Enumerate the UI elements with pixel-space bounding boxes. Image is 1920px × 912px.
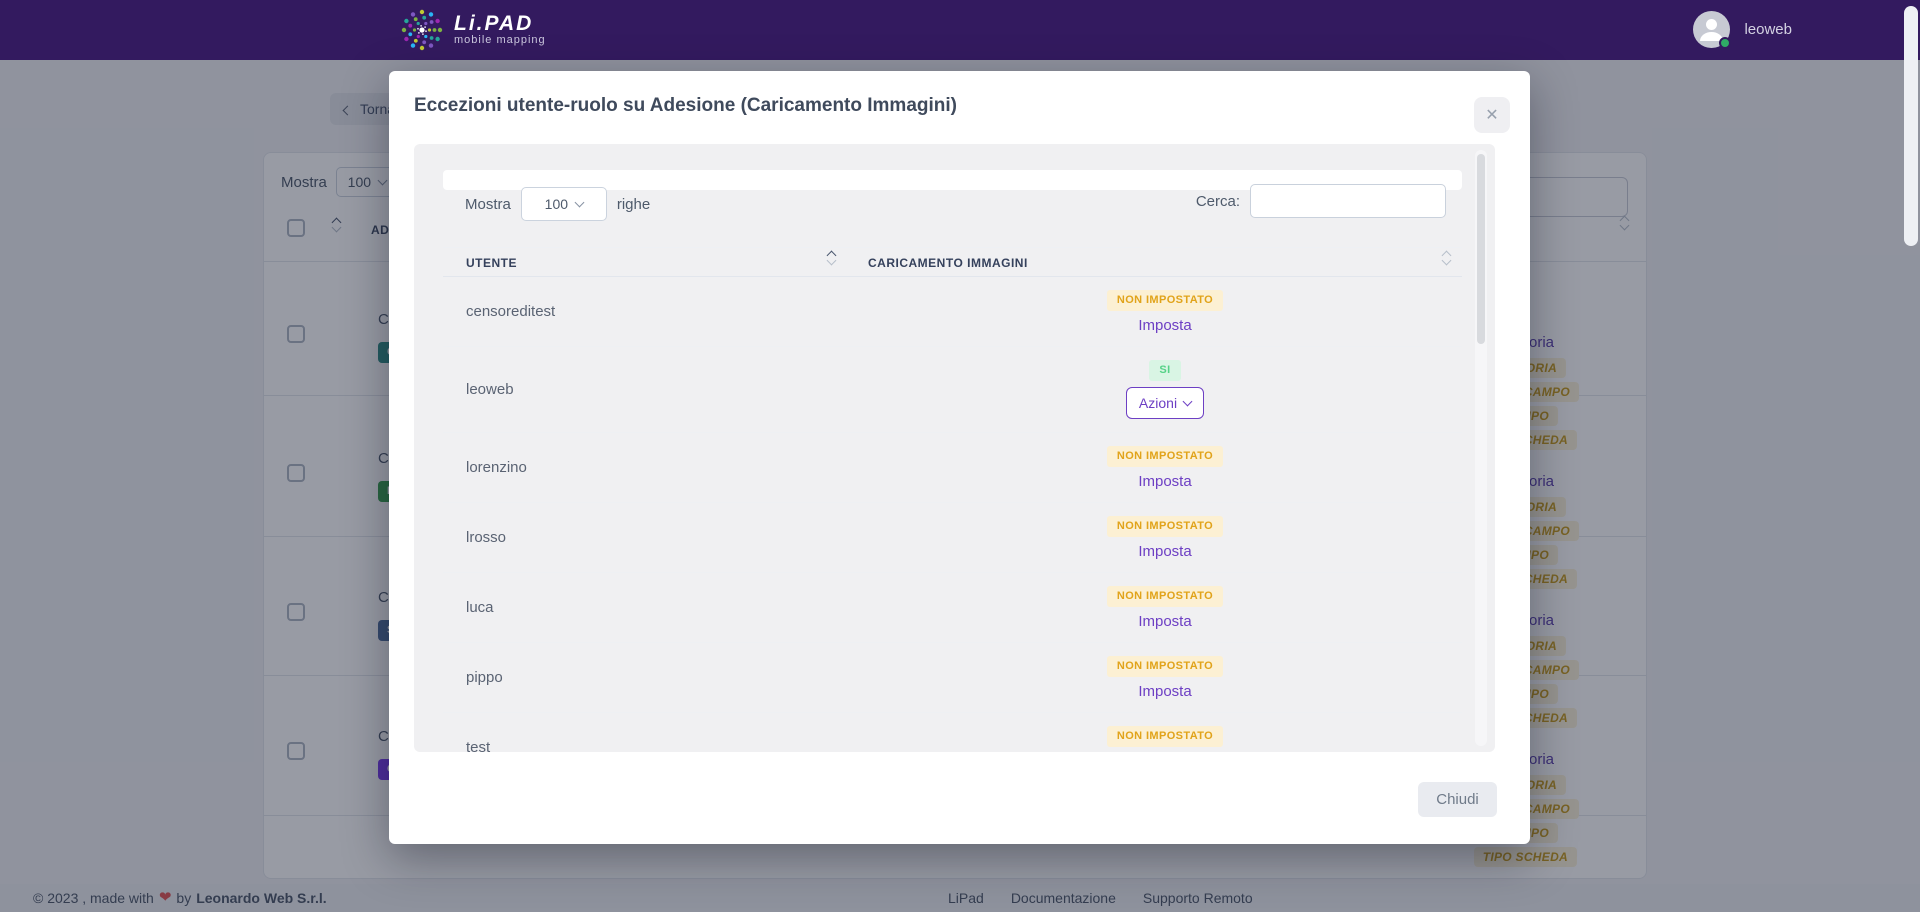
user-row: lrosso NON IMPOSTATO Imposta [443, 503, 1462, 573]
azioni-button[interactable]: Azioni [1126, 387, 1204, 419]
status-cell: NON IMPOSTATO Imposta [868, 573, 1462, 642]
app-root: Li.PAD mobile mapping leoweb Torna Mostr… [0, 0, 1920, 912]
modal-table-panel: Mostra 100 righe Cerca: UTENTE CARICAMEN… [414, 144, 1495, 752]
modal-title: Eccezioni utente-ruolo su Adesione (Cari… [414, 95, 957, 117]
rows-per-page-select[interactable]: 100 [521, 187, 607, 221]
user-row: luca NON IMPOSTATO Imposta [443, 573, 1462, 643]
user-row: censoreditest NON IMPOSTATO Imposta [443, 277, 1462, 347]
imposta-link[interactable]: Imposta [1138, 473, 1191, 490]
status-badge: SI [1149, 360, 1180, 381]
page-scrollbar-thumb[interactable] [1904, 6, 1918, 246]
logo-icon [400, 8, 444, 52]
status-cell: NON IMPOSTATO Imposta [868, 503, 1462, 572]
user-row: leoweb SI Azioni [443, 347, 1462, 433]
avatar [1693, 11, 1730, 48]
imposta-link[interactable]: Imposta [1138, 613, 1191, 630]
search-label: Cerca: [1196, 193, 1240, 210]
close-icon[interactable]: ✕ [1474, 97, 1510, 133]
rows-suffix-label: righe [617, 196, 650, 213]
status-cell: NON IMPOSTATOImposta [868, 713, 1462, 752]
status-badge: NON IMPOSTATO [1107, 726, 1223, 747]
status-badge: NON IMPOSTATO [1107, 290, 1223, 311]
username: leoweb [1744, 21, 1792, 38]
chevron-down-icon [575, 198, 585, 208]
chevron-down-icon [1183, 397, 1193, 407]
imposta-link[interactable]: Imposta [1138, 683, 1191, 700]
user-row: pippo NON IMPOSTATO Imposta [443, 643, 1462, 713]
status-cell: NON IMPOSTATO Imposta [868, 433, 1462, 502]
sort-icons[interactable] [1443, 252, 1450, 264]
status-badge: NON IMPOSTATO [1107, 656, 1223, 677]
status-cell: SI Azioni [868, 347, 1462, 432]
imposta-link[interactable]: Imposta [1138, 543, 1191, 560]
user-name: censoreditest [443, 277, 868, 346]
logo-title: Li.PAD [454, 14, 546, 34]
modal-table-body: censoreditestNON IMPOSTATOImpostaleowebS… [443, 277, 1462, 752]
table-header: UTENTE CARICAMENTO IMMAGINI [443, 247, 1462, 277]
modal-scrollbar[interactable] [1475, 150, 1487, 746]
logo-subtitle: mobile mapping [454, 34, 546, 46]
user-name: test [443, 713, 868, 752]
status-cell: NON IMPOSTATO Imposta [868, 277, 1462, 346]
user-name: pippo [443, 643, 868, 712]
status-badge: NON IMPOSTATO [1107, 586, 1223, 607]
column-header-utente[interactable]: UTENTE [466, 256, 517, 270]
user-row: testNON IMPOSTATOImposta [443, 713, 1462, 752]
sort-icons[interactable] [828, 252, 835, 264]
user-name: lorenzino [443, 433, 868, 502]
show-label: Mostra [465, 196, 511, 213]
chiudi-button[interactable]: Chiudi [1418, 782, 1497, 817]
user-menu[interactable]: leoweb [1693, 11, 1792, 48]
user-name: lrosso [443, 503, 868, 572]
topbar: Li.PAD mobile mapping leoweb [0, 0, 1920, 60]
imposta-link[interactable]: Imposta [1138, 317, 1191, 334]
status-cell: NON IMPOSTATO Imposta [868, 643, 1462, 712]
column-header-caricamento[interactable]: CARICAMENTO IMMAGINI [868, 256, 1028, 270]
search-input[interactable] [1250, 184, 1446, 218]
logo[interactable]: Li.PAD mobile mapping [400, 8, 546, 52]
user-name: leoweb [443, 347, 868, 432]
user-row: lorenzino NON IMPOSTATO Imposta [443, 433, 1462, 503]
modal-dialog: Eccezioni utente-ruolo su Adesione (Cari… [389, 71, 1530, 844]
user-name: luca [443, 573, 868, 642]
status-badge: NON IMPOSTATO [1107, 516, 1223, 537]
status-badge: NON IMPOSTATO [1107, 446, 1223, 467]
